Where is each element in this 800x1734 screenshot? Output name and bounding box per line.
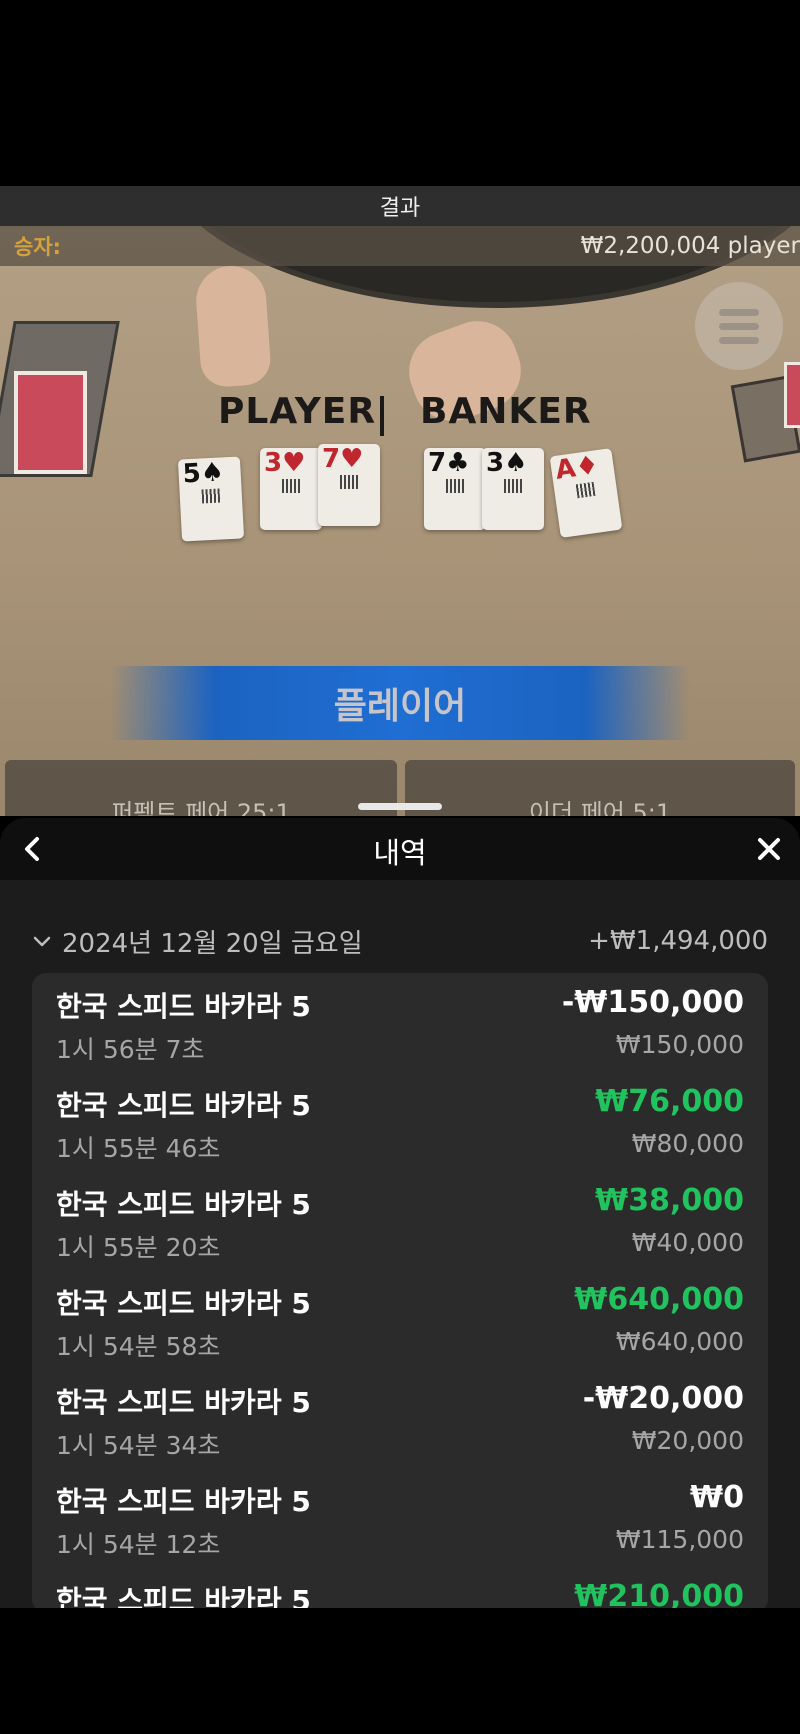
round-time: 1시 54분 12초: [56, 1530, 221, 1559]
dealer-hand-left: [193, 263, 273, 389]
discard-card: [784, 362, 800, 428]
game-name: 한국 스피드 바카라 5: [56, 1089, 311, 1122]
list-item[interactable]: 한국 스피드 바카라 5 1시 55분 46초 ₩76,000 ₩80,000: [32, 1072, 768, 1171]
bet-spot-either-pair-label: 이더 페어 5:1: [528, 799, 672, 816]
list-item[interactable]: 한국 스피드 바카라 5 1시 55분 20초 ₩38,000 ₩40,000: [32, 1171, 768, 1270]
list-item[interactable]: 한국 스피드 바카라 5 1시 54분 12초 ₩0 ₩115,000: [32, 1468, 768, 1567]
round-time: 1시 55분 46초: [56, 1134, 221, 1163]
date-total: +₩1,494,000: [588, 926, 768, 956]
list-item[interactable]: 한국 스피드 바카라 5 1시 54분 34초 -₩20,000 ₩20,000: [32, 1369, 768, 1468]
player-card-2: 3♥: [260, 448, 322, 530]
result-header: 결과: [0, 186, 800, 226]
game-name: 한국 스피드 바카라 5: [56, 1485, 311, 1518]
payout-amount: ₩640,000: [574, 1282, 744, 1317]
list-item[interactable]: 한국 스피드 바카라 5 1시 56분 7초 -₩150,000 ₩150,00…: [32, 973, 768, 1072]
game-name: 한국 스피드 바카라 5: [56, 1584, 311, 1608]
payout-amount: ₩76,000: [595, 1084, 744, 1119]
bet-amount: ₩40,000: [631, 1228, 744, 1257]
round-time: 1시 55분 20초: [56, 1233, 221, 1262]
player-card-1: 5♠: [177, 456, 245, 542]
bet-amount: ₩150,000: [615, 1030, 744, 1059]
live-table-view: 승자: ₩2,200,004 player PLAYER BANKER 5♠ 3…: [0, 226, 800, 816]
banker-zone-label: BANKER: [420, 391, 592, 432]
round-time: 1시 56분 7초: [56, 1035, 205, 1064]
chevron-down-icon: [33, 936, 51, 947]
bet-amount: ₩115,000: [615, 1525, 744, 1554]
game-name: 한국 스피드 바카라 5: [56, 1188, 311, 1221]
hamburger-icon[interactable]: [695, 282, 783, 370]
bet-spot-perfect-pair[interactable]: 퍼펙트 페어 25:1: [5, 760, 397, 816]
zone-divider: [380, 396, 384, 436]
date-label: 2024년 12월 20일 금요일: [62, 928, 363, 959]
sheet-grab-handle[interactable]: [358, 803, 442, 810]
payout-amount: ₩38,000: [595, 1183, 744, 1218]
bet-spot-either-pair[interactable]: 이더 페어 5:1: [405, 760, 795, 816]
sheet-title: 내역: [373, 836, 427, 870]
bet-amount: ₩640,000: [615, 1327, 744, 1356]
bet-amount: ₩20,000: [631, 1426, 744, 1455]
bet-amount: ₩80,000: [631, 1129, 744, 1158]
banker-card-3: A♦: [549, 448, 623, 538]
result-banner: 플레이어: [110, 666, 690, 740]
winner-amount: ₩2,200,004 player: [580, 233, 800, 259]
round-time: 1시 54분 34초: [56, 1431, 221, 1460]
list-item[interactable]: 한국 스피드 바카라 5 1시 54분 58초 ₩640,000 ₩640,00…: [32, 1270, 768, 1369]
game-name: 한국 스피드 바카라 5: [56, 1287, 311, 1320]
player-card-3: 7♥: [318, 444, 380, 526]
player-zone-label: PLAYER: [218, 391, 377, 432]
bet-spot-perfect-pair-label: 퍼펙트 페어 25:1: [111, 799, 291, 816]
close-icon[interactable]: [752, 832, 786, 866]
shoe-card: [14, 371, 87, 474]
winner-label: 승자:: [14, 235, 62, 259]
banker-card-1: 7♣: [424, 448, 486, 530]
payout-amount: -₩20,000: [582, 1381, 744, 1416]
date-group-header[interactable]: 2024년 12월 20일 금요일 +₩1,494,000: [32, 923, 768, 959]
result-title: 결과: [379, 196, 421, 221]
banker-card-2: 3♠: [482, 448, 544, 530]
history-list: 한국 스피드 바카라 5 1시 56분 7초 -₩150,000 ₩150,00…: [32, 973, 768, 1608]
round-time: 1시 54분 58초: [56, 1332, 221, 1361]
payout-amount: ₩210,000: [574, 1579, 744, 1608]
history-sheet: 내역 2024년 12월 20일 금요일 +₩1,494,000 한국 스피드 …: [0, 818, 800, 1608]
payout-amount: -₩150,000: [561, 985, 744, 1020]
game-name: 한국 스피드 바카라 5: [56, 990, 311, 1023]
winner-strip: 승자: ₩2,200,004 player: [0, 226, 800, 266]
game-name: 한국 스피드 바카라 5: [56, 1386, 311, 1419]
bottom-letterbox: [0, 1608, 800, 1734]
payout-amount: ₩0: [690, 1480, 744, 1515]
list-item[interactable]: 한국 스피드 바카라 5 ₩210,000: [32, 1567, 768, 1608]
